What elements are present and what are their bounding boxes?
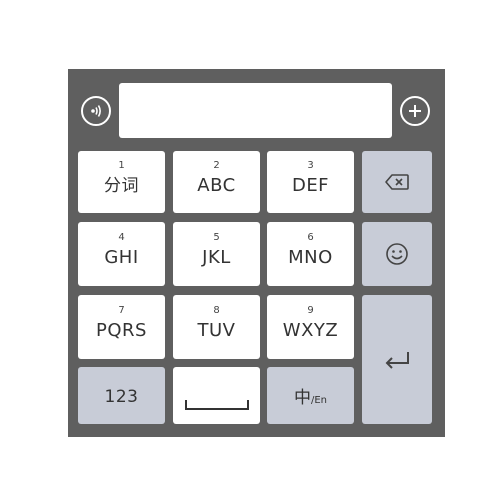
key-label: WXYZ	[282, 320, 339, 341]
enter-icon	[382, 349, 412, 371]
key-4[interactable]: 4 GHI	[78, 222, 165, 286]
key-5[interactable]: 5 JKL	[173, 222, 260, 286]
key-label: PQRS	[96, 320, 147, 341]
backspace-key[interactable]	[362, 151, 432, 213]
key-9[interactable]: 9 WXYZ	[267, 295, 354, 359]
voice-button[interactable]	[81, 96, 111, 126]
key-number: 1	[118, 160, 125, 171]
numeric-switch-key[interactable]: 123	[78, 367, 165, 424]
key-label: ABC	[197, 175, 236, 196]
enter-key[interactable]	[362, 295, 432, 424]
key-8[interactable]: 8 TUV	[173, 295, 260, 359]
key-number: 8	[213, 305, 220, 316]
key-label: 分词	[104, 176, 139, 196]
key-number: 7	[118, 305, 125, 316]
key-label: 123	[104, 386, 139, 407]
key-number: 4	[118, 232, 125, 243]
key-number: 2	[213, 160, 220, 171]
lang-sub: En	[314, 395, 328, 406]
key-3[interactable]: 3 DEF	[267, 151, 354, 213]
key-number: 6	[307, 232, 314, 243]
key-7[interactable]: 7 PQRS	[78, 295, 165, 359]
key-label: DEF	[291, 175, 330, 196]
plus-circle-icon	[407, 103, 423, 119]
key-number: 3	[307, 160, 314, 171]
lang-main: 中	[293, 388, 311, 408]
smiley-icon	[385, 242, 409, 266]
key-6[interactable]: 6 MNO	[267, 222, 354, 286]
key-1[interactable]: 1 分词	[78, 151, 165, 213]
backspace-icon	[384, 173, 410, 191]
text-input[interactable]	[119, 83, 392, 138]
key-label: TUV	[197, 320, 236, 341]
key-label: GHI	[104, 247, 139, 268]
space-bar-icon	[184, 399, 249, 410]
key-number: 5	[213, 232, 220, 243]
key-number: 9	[307, 305, 314, 316]
language-switch-key[interactable]: 中/En	[267, 367, 354, 424]
space-key[interactable]	[173, 367, 260, 424]
key-label: MNO	[288, 247, 333, 268]
add-button[interactable]	[400, 96, 430, 126]
key-2[interactable]: 2 ABC	[173, 151, 260, 213]
key-label: JKL	[202, 247, 231, 268]
voice-wave-icon	[87, 103, 105, 119]
language-toggle-label: 中/En	[294, 383, 327, 408]
emoji-key[interactable]	[362, 222, 432, 286]
